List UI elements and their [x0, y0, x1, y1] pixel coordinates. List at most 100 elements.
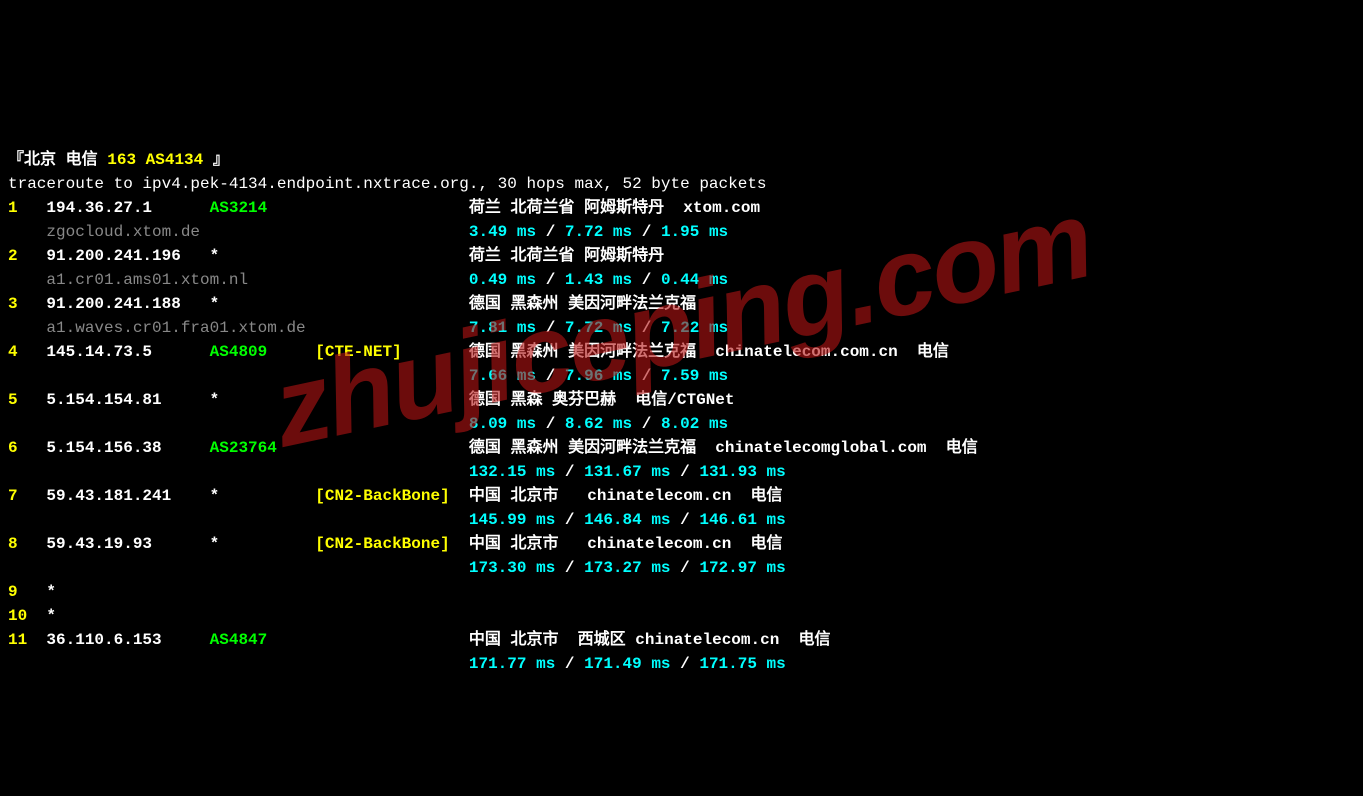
- hop-detail-row: 8.09 ms / 8.62 ms / 8.02 ms: [8, 412, 1355, 436]
- latency-separator: /: [536, 319, 565, 337]
- hop-row: 391.200.241.188 * 德国 黑森州 美因河畔法兰克福: [8, 292, 1355, 316]
- hop-latency: 7.81 ms: [469, 319, 536, 337]
- hop-detail-row: a1.waves.cr01.fra01.xtom.de7.81 ms / 7.7…: [8, 316, 1355, 340]
- hop-ip-star: *: [46, 607, 56, 625]
- hop-latency: 131.67 ms: [584, 463, 670, 481]
- hop-asn: AS3214: [210, 196, 316, 220]
- hop-row: 859.43.19.93 *[CN2-BackBone]中国 北京市 china…: [8, 532, 1355, 556]
- hop-number: 3: [8, 292, 46, 316]
- hop-asn: AS4809: [210, 340, 316, 364]
- hop-number: 8: [8, 532, 46, 556]
- hop-latency: 0.49 ms: [469, 271, 536, 289]
- hop-number: 7: [8, 484, 46, 508]
- hop-asn: AS23764: [210, 436, 316, 460]
- hop-latency: 132.15 ms: [469, 463, 555, 481]
- hop-row: 55.154.154.81 *德国 黑森 奥芬巴赫 电信/CTGNet: [8, 388, 1355, 412]
- hop-latency: 7.59 ms: [661, 367, 728, 385]
- hop-latency: 7.22 ms: [661, 319, 728, 337]
- latency-separator: /: [671, 559, 700, 577]
- hop-ip: 91.200.241.188: [46, 292, 200, 316]
- hop-number: 10: [8, 604, 46, 628]
- latency-separator: /: [536, 415, 565, 433]
- hop-hostname: zgocloud.xtom.de: [46, 220, 468, 244]
- latency-separator: /: [632, 271, 661, 289]
- hop-row: 1194.36.27.1 AS3214 荷兰 北荷兰省 阿姆斯特丹 xtom.co…: [8, 196, 1355, 220]
- hop-latency: 172.97 ms: [699, 559, 785, 577]
- hop-detail-row: 132.15 ms / 131.67 ms / 131.93 ms: [8, 460, 1355, 484]
- latency-separator: /: [671, 511, 700, 529]
- latency-separator: /: [632, 223, 661, 241]
- latency-separator: /: [555, 559, 584, 577]
- header-asn: 163 AS4134: [107, 151, 213, 169]
- bracket-open: 『: [8, 151, 24, 169]
- hop-asn: AS4847: [210, 628, 316, 652]
- hop-latency: 146.84 ms: [584, 511, 670, 529]
- hop-number: 9: [8, 580, 46, 604]
- hop-location: 德国 黑森州 美因河畔法兰克福 chinatelecomglobal.com 电…: [469, 439, 978, 457]
- latency-separator: /: [632, 319, 661, 337]
- hop-location: 德国 黑森 奥芬巴赫 电信/CTGNet: [469, 391, 735, 409]
- bracket-close: 』: [213, 151, 229, 169]
- header-location: 北京 电信: [24, 151, 107, 169]
- hop-latency: 7.66 ms: [469, 367, 536, 385]
- hop-hostname: a1.cr01.ams01.xtom.nl: [46, 268, 468, 292]
- hop-hostname: a1.waves.cr01.fra01.xtom.de: [46, 316, 468, 340]
- hop-detail-row: 7.66 ms / 7.96 ms / 7.59 ms: [8, 364, 1355, 388]
- hop-detail-row: zgocloud.xtom.de3.49 ms / 7.72 ms / 1.95…: [8, 220, 1355, 244]
- hop-ip: 91.200.241.196: [46, 244, 200, 268]
- hop-latency: 131.93 ms: [699, 463, 785, 481]
- hop-number: 2: [8, 244, 46, 268]
- hop-ip: 194.36.27.1: [46, 196, 200, 220]
- hop-latency: 171.77 ms: [469, 655, 555, 673]
- hop-location: 荷兰 北荷兰省 阿姆斯特丹 xtom.com: [469, 199, 760, 217]
- hop-detail-row: 173.30 ms / 173.27 ms / 172.97 ms: [8, 556, 1355, 580]
- hop-number: 4: [8, 340, 46, 364]
- hop-latency: 7.72 ms: [565, 223, 632, 241]
- terminal-output: 『北京 电信 163 AS4134 』traceroute to ipv4.pe…: [8, 148, 1355, 676]
- hop-row: 65.154.156.38 AS23764德国 黑森州 美因河畔法兰克福 chi…: [8, 436, 1355, 460]
- latency-separator: /: [555, 511, 584, 529]
- hop-location: 中国 北京市 西城区 chinatelecom.cn 电信: [469, 631, 831, 649]
- hop-network: [CN2-BackBone]: [315, 532, 469, 556]
- hop-row: 9*: [8, 580, 1355, 604]
- hop-latency: 171.49 ms: [584, 655, 670, 673]
- hop-row: 10*: [8, 604, 1355, 628]
- hop-ip: 59.43.19.93: [46, 532, 200, 556]
- hop-latency: 171.75 ms: [699, 655, 785, 673]
- hop-asn: *: [210, 292, 316, 316]
- latency-separator: /: [555, 655, 584, 673]
- hop-location: 荷兰 北荷兰省 阿姆斯特丹: [469, 247, 664, 265]
- hop-row: 1136.110.6.153 AS4847中国 北京市 西城区 chinatel…: [8, 628, 1355, 652]
- latency-separator: /: [555, 463, 584, 481]
- hop-asn: *: [210, 244, 316, 268]
- hop-ip: 59.43.181.241: [46, 484, 200, 508]
- hop-latency: 7.96 ms: [565, 367, 632, 385]
- hop-number: 1: [8, 196, 46, 220]
- hop-location: 中国 北京市 chinatelecom.cn 电信: [469, 487, 783, 505]
- hop-row: 4145.14.73.5 AS4809[CTE-NET]德国 黑森州 美因河畔法…: [8, 340, 1355, 364]
- hop-latency: 173.27 ms: [584, 559, 670, 577]
- hop-latency: 3.49 ms: [469, 223, 536, 241]
- hop-asn: *: [210, 388, 316, 412]
- hop-detail-row: 145.99 ms / 146.84 ms / 146.61 ms: [8, 508, 1355, 532]
- hop-network: [CN2-BackBone]: [315, 484, 469, 508]
- hop-latency: 8.02 ms: [661, 415, 728, 433]
- hop-latency: 7.72 ms: [565, 319, 632, 337]
- hop-number: 6: [8, 436, 46, 460]
- hop-detail-row: a1.cr01.ams01.xtom.nl0.49 ms / 1.43 ms /…: [8, 268, 1355, 292]
- hop-ip: 145.14.73.5: [46, 340, 200, 364]
- hop-number: 11: [8, 628, 46, 652]
- latency-separator: /: [671, 655, 700, 673]
- hop-detail-row: 171.77 ms / 171.49 ms / 171.75 ms: [8, 652, 1355, 676]
- hop-location: 德国 黑森州 美因河畔法兰克福: [469, 295, 696, 313]
- latency-separator: /: [536, 271, 565, 289]
- hop-number: 5: [8, 388, 46, 412]
- hop-asn: *: [210, 532, 316, 556]
- hop-latency: 0.44 ms: [661, 271, 728, 289]
- hop-row: 291.200.241.196 * 荷兰 北荷兰省 阿姆斯特丹: [8, 244, 1355, 268]
- hop-location: 德国 黑森州 美因河畔法兰克福 chinatelecom.com.cn 电信: [469, 343, 949, 361]
- latency-separator: /: [536, 367, 565, 385]
- hop-latency: 8.62 ms: [565, 415, 632, 433]
- hop-asn: *: [210, 484, 316, 508]
- hop-latency: 173.30 ms: [469, 559, 555, 577]
